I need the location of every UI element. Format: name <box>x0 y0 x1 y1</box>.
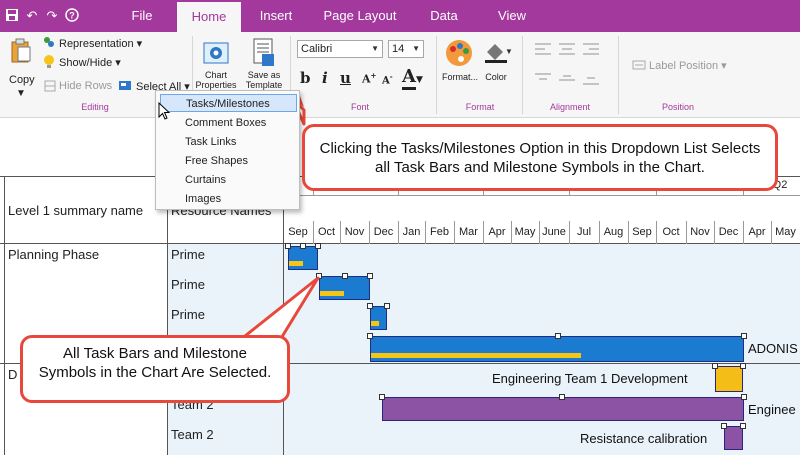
app-window: ↶ ↷ ? File Home Insert Page Layout Data … <box>0 0 800 455</box>
dropdown-item-curtains[interactable]: Curtains <box>160 171 297 189</box>
dropdown-item-images[interactable]: Images <box>160 190 297 208</box>
callout-pointer <box>238 276 320 342</box>
callout-bottom: All Task Bars and Milestone Symbols in t… <box>20 335 290 403</box>
dropdown-item-comment-boxes[interactable]: Comment Boxes <box>160 114 297 132</box>
dropdown-item-task-links[interactable]: Task Links <box>160 133 297 151</box>
dropdown-item-tasks-milestones[interactable]: Tasks/Milestones <box>160 94 297 112</box>
dropdown-item-free-shapes[interactable]: Free Shapes <box>160 152 297 170</box>
mouse-cursor-icon <box>158 102 171 120</box>
select-all-dropdown: Tasks/Milestones Comment Boxes Task Link… <box>155 90 300 210</box>
callout-top: Clicking the Tasks/Milestones Option in … <box>302 124 778 191</box>
